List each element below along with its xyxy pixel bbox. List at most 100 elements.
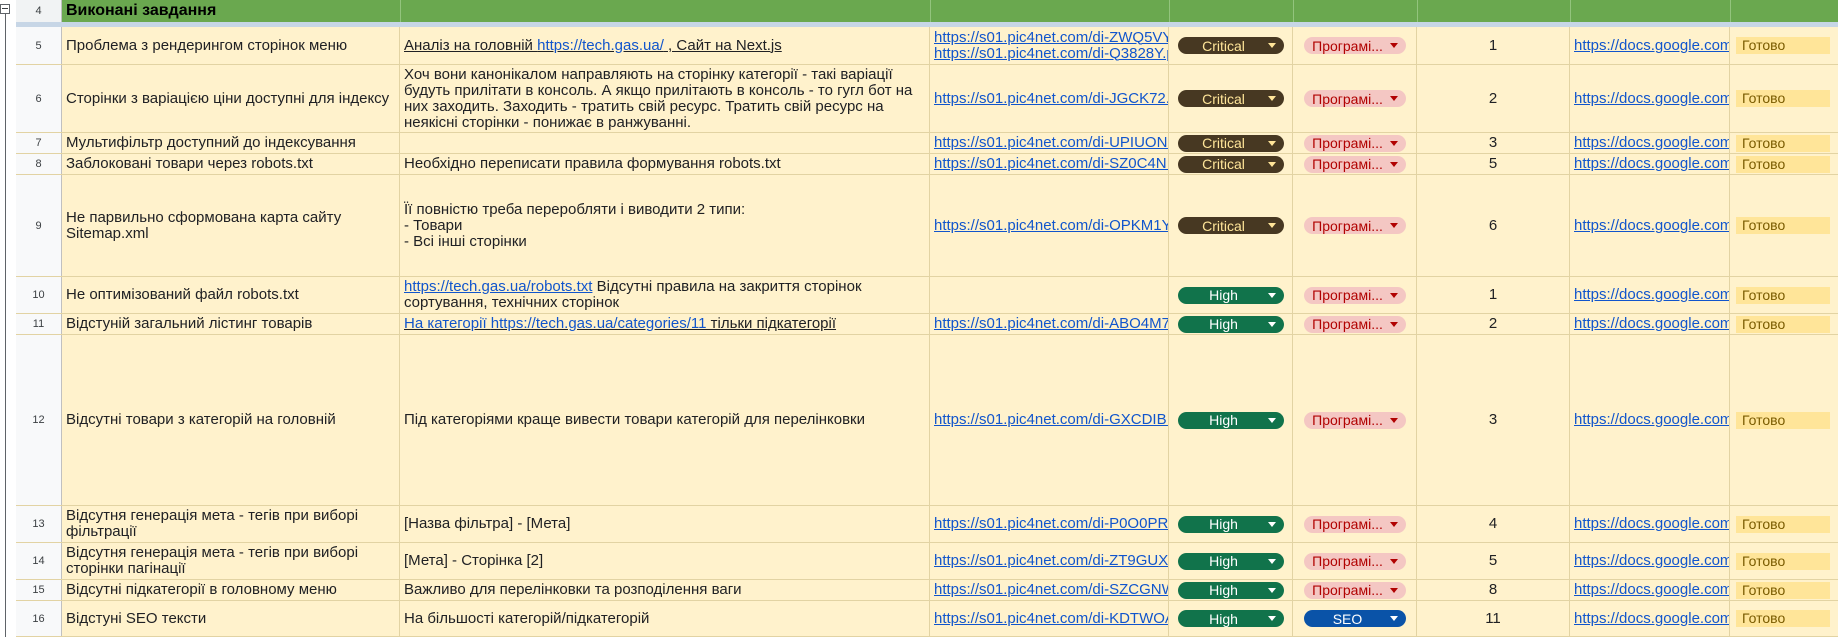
category-cell[interactable]: Програмі... (1293, 314, 1417, 334)
screenshot-link[interactable]: https://s01.pic4net.com/di-KDTWOA (934, 610, 1168, 627)
description-link[interactable]: https://tech.gas.ua/robots.txt (404, 278, 592, 295)
doc-link[interactable]: https://docs.google.com (1574, 582, 1729, 598)
dropdown-arrow-icon[interactable] (1389, 321, 1398, 327)
category-dropdown-chip[interactable]: Програмі... (1303, 515, 1406, 533)
category-cell[interactable]: SEO (1293, 601, 1417, 636)
status-cell[interactable]: Готово (1730, 175, 1838, 276)
dropdown-arrow-icon[interactable] (1267, 587, 1276, 593)
priority-cell[interactable]: High (1169, 335, 1293, 505)
dropdown-arrow-icon[interactable] (1267, 417, 1276, 423)
task-title-cell[interactable]: Відстуні SEO тексти (62, 601, 400, 636)
category-dropdown-chip[interactable]: SEO (1303, 610, 1406, 627)
status-cell[interactable]: Готово (1730, 133, 1838, 153)
doc-link-cell[interactable]: https://docs.google.com (1570, 335, 1730, 505)
description-cell[interactable]: На більшості категорій/підкатегорій (400, 601, 930, 636)
status-chip[interactable]: Готово (1736, 286, 1830, 304)
priority-cell[interactable]: Critical (1169, 27, 1293, 64)
status-cell[interactable]: Готово (1730, 580, 1838, 600)
category-cell[interactable]: Програмі... (1293, 277, 1417, 313)
description-cell[interactable]: Під категоріями краще вивести товари кат… (400, 335, 930, 505)
number-cell[interactable]: 8 (1417, 580, 1570, 600)
row-number[interactable]: 16 (16, 601, 62, 636)
category-dropdown-chip[interactable]: Програмі... (1303, 581, 1406, 599)
priority-cell[interactable]: High (1169, 506, 1293, 542)
doc-link[interactable]: https://docs.google.com (1574, 610, 1729, 627)
priority-dropdown-chip[interactable]: Critical (1177, 90, 1284, 107)
status-cell[interactable]: Готово (1730, 154, 1838, 174)
task-title-cell[interactable]: Відсутня генерація мета - тегів при вибо… (62, 506, 400, 542)
description-cell[interactable]: Аналіз на головній https://tech.gas.ua/ … (400, 27, 930, 64)
task-title-cell[interactable]: Відстуній загальний лістинг товарів (62, 314, 400, 334)
status-cell[interactable]: Готово (1730, 543, 1838, 579)
priority-cell[interactable]: Critical (1169, 154, 1293, 174)
priority-dropdown-chip[interactable]: High (1177, 286, 1284, 304)
priority-cell[interactable]: High (1169, 314, 1293, 334)
screenshot-link-cell[interactable] (930, 277, 1169, 313)
number-cell[interactable]: 11 (1417, 601, 1570, 636)
task-title-cell[interactable]: Відсутня генерація мета - тегів при вибо… (62, 543, 400, 579)
status-cell[interactable]: Готово (1730, 65, 1838, 132)
row-number[interactable]: 6 (16, 65, 62, 132)
description-cell[interactable]: Хоч вони канонікалом направляють на стор… (400, 65, 930, 132)
doc-link-cell[interactable]: https://docs.google.com (1570, 154, 1730, 174)
screenshot-link[interactable]: https://s01.pic4net.com/di-JGCK72.p (934, 90, 1168, 107)
description-cell[interactable] (400, 133, 930, 153)
priority-dropdown-chip[interactable]: High (1177, 315, 1284, 333)
description-cell[interactable]: https://tech.gas.ua/robots.txt Відсутні … (400, 277, 930, 313)
status-cell[interactable]: Готово (1730, 27, 1838, 64)
row-number[interactable]: 14 (16, 543, 62, 579)
screenshot-link[interactable]: https://s01.pic4net.com/di-ZT9GUX.p (934, 553, 1168, 569)
doc-link-cell[interactable]: https://docs.google.com (1570, 65, 1730, 132)
screenshot-link[interactable]: https://s01.pic4net.com/di-UPIUON. (934, 135, 1168, 151)
status-chip[interactable]: Готово (1736, 155, 1830, 173)
screenshot-link-cell[interactable]: https://s01.pic4net.com/di-P0O0PR. (930, 506, 1169, 542)
screenshot-link[interactable]: https://s01.pic4net.com/di-Q3828Y.p (934, 45, 1168, 62)
dropdown-arrow-icon[interactable] (1389, 161, 1398, 167)
priority-dropdown-chip[interactable]: High (1177, 552, 1284, 570)
priority-cell[interactable]: High (1169, 601, 1293, 636)
category-dropdown-chip[interactable]: Програмі... (1303, 134, 1406, 152)
dropdown-arrow-icon[interactable] (1267, 96, 1276, 101)
priority-dropdown-chip[interactable]: Critical (1177, 134, 1284, 152)
number-cell[interactable]: 3 (1417, 335, 1570, 505)
status-chip[interactable]: Готово (1736, 315, 1830, 333)
number-cell[interactable]: 5 (1417, 154, 1570, 174)
category-dropdown-chip[interactable]: Програмі... (1303, 315, 1406, 333)
status-chip[interactable]: Готово (1736, 217, 1830, 234)
priority-cell[interactable]: High (1169, 543, 1293, 579)
priority-cell[interactable]: High (1169, 277, 1293, 313)
collapse-group-icon[interactable] (0, 4, 10, 14)
category-dropdown-chip[interactable]: Програмі... (1303, 552, 1406, 570)
doc-link[interactable]: https://docs.google.com (1574, 37, 1729, 54)
status-chip[interactable]: Готово (1736, 610, 1830, 627)
number-cell[interactable]: 5 (1417, 543, 1570, 579)
task-title-cell[interactable]: Не парвильно сформована карта сайту Site… (62, 175, 400, 276)
screenshot-link-cell[interactable]: https://s01.pic4net.com/di-ZWQ5VY. https… (930, 27, 1169, 64)
screenshot-link[interactable]: https://s01.pic4net.com/di-GXCDIB.p (934, 412, 1168, 428)
dropdown-arrow-icon[interactable] (1267, 140, 1276, 146)
description-cell[interactable]: [Назва фільтра] - [Мета] (400, 506, 930, 542)
screenshot-link[interactable]: https://s01.pic4net.com/di-ABO4M7. (934, 316, 1168, 332)
dropdown-arrow-icon[interactable] (1389, 417, 1398, 423)
task-title-cell[interactable]: Проблема з рендерингом сторінок меню (62, 27, 400, 64)
status-cell[interactable]: Готово (1730, 277, 1838, 313)
dropdown-arrow-icon[interactable] (1389, 558, 1398, 564)
description-cell[interactable]: Важливо для перелінковки та розподілення… (400, 580, 930, 600)
dropdown-arrow-icon[interactable] (1267, 292, 1276, 298)
status-cell[interactable]: Готово (1730, 506, 1838, 542)
row-number[interactable]: 15 (16, 580, 62, 600)
doc-link-cell[interactable]: https://docs.google.com (1570, 133, 1730, 153)
doc-link[interactable]: https://docs.google.com (1574, 412, 1729, 428)
row-number[interactable]: 12 (16, 335, 62, 505)
row-number[interactable]: 11 (16, 314, 62, 334)
priority-dropdown-chip[interactable]: High (1177, 515, 1284, 533)
number-cell[interactable]: 2 (1417, 65, 1570, 132)
description-cell[interactable]: На категорії https://tech.gas.ua/categor… (400, 314, 930, 334)
dropdown-arrow-icon[interactable] (1389, 616, 1398, 621)
doc-link-cell[interactable]: https://docs.google.com (1570, 27, 1730, 64)
category-cell[interactable]: Програмі... (1293, 175, 1417, 276)
doc-link[interactable]: https://docs.google.com (1574, 135, 1729, 151)
dropdown-arrow-icon[interactable] (1267, 161, 1276, 167)
category-cell[interactable]: Програмі... (1293, 133, 1417, 153)
description-cell[interactable]: [Мета] - Сторінка [2] (400, 543, 930, 579)
